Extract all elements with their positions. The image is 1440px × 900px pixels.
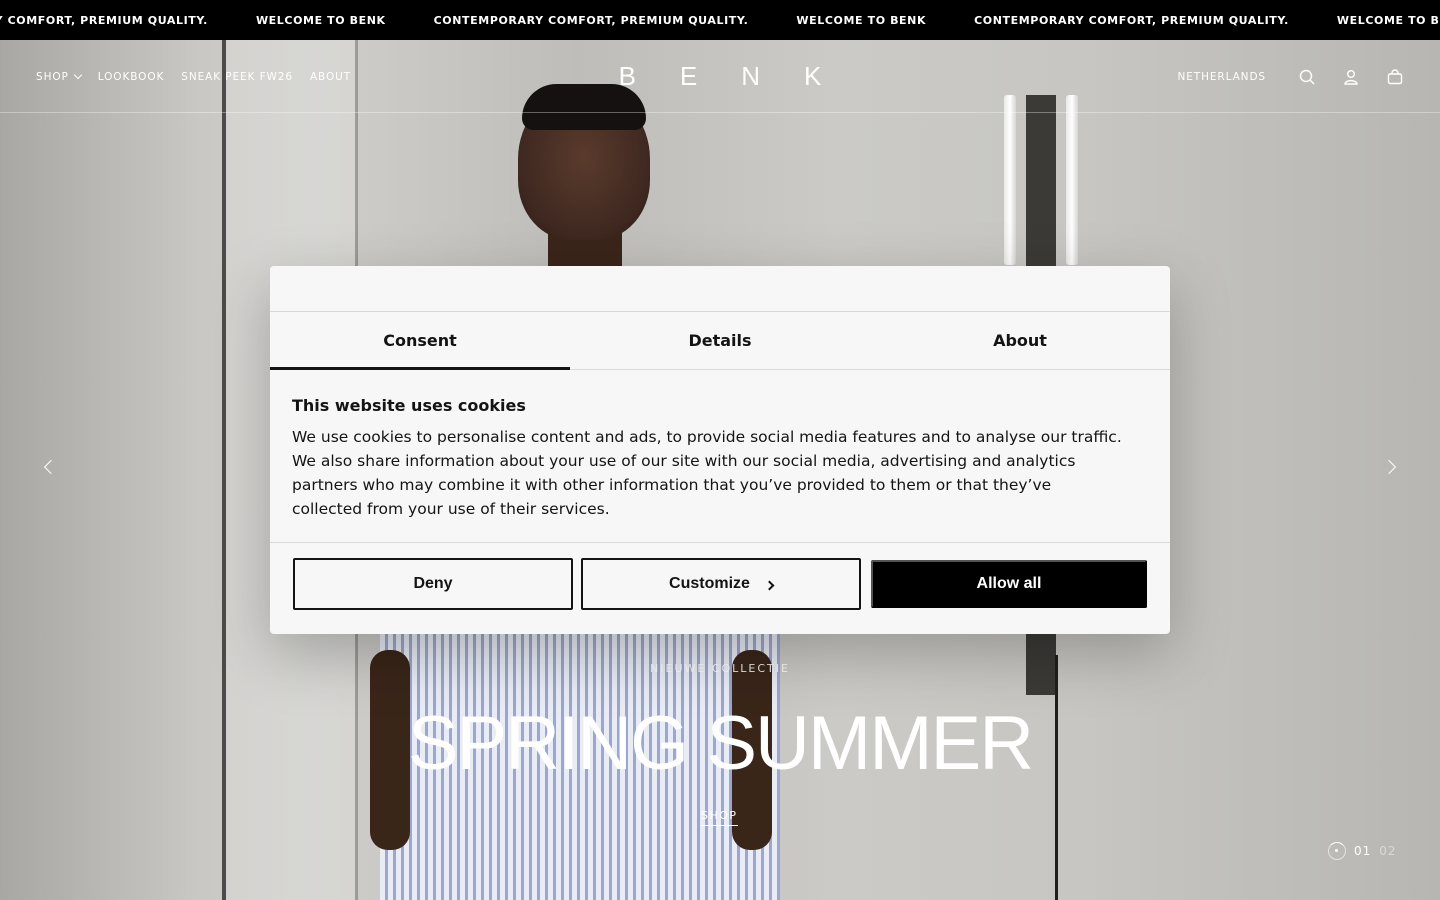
tab-details[interactable]: Details <box>570 312 870 369</box>
dialog-header <box>270 266 1170 312</box>
announcement-item: CONTEMPORARY COMFORT, PREMIUM QUALITY. <box>433 13 749 27</box>
cookie-consent-dialog: Consent Details About This website uses … <box>270 266 1170 634</box>
announcement-item: WELCOME TO B <box>1336 13 1440 27</box>
chevron-right-icon <box>764 580 775 590</box>
cart-icon[interactable] <box>1386 68 1404 86</box>
autoplay-progress-icon[interactable] <box>1328 842 1346 860</box>
deny-button[interactable]: Deny <box>293 558 573 610</box>
main-nav: Shop Lookbook Sneak Peek FW26 About <box>36 40 351 113</box>
nav-item-lookbook[interactable]: Lookbook <box>98 71 165 83</box>
chevron-down-icon <box>73 70 83 79</box>
slider-pager: 01 02 <box>1328 842 1397 860</box>
hero-eyebrow: Nieuwe collectie <box>650 662 790 675</box>
announcement-item: CONTEMPORARY COMFORT, PREMIUM QUALITY. <box>974 13 1289 27</box>
hero-shop-link[interactable]: Shop <box>701 809 738 826</box>
nav-item-sneak-peek[interactable]: Sneak Peek FW26 <box>181 71 293 83</box>
nav-item-shop[interactable]: Shop <box>36 70 83 83</box>
slide-number-current[interactable]: 01 <box>1354 844 1371 858</box>
nav-item-label: Shop <box>36 70 69 83</box>
dialog-body: This website uses cookies We use cookies… <box>270 370 1170 543</box>
dialog-heading: This website uses cookies <box>292 396 526 415</box>
hero-title: SPRING SUMMER <box>407 701 1034 786</box>
site-header: Shop Lookbook Sneak Peek FW26 About BENK… <box>0 40 1440 113</box>
nav-item-about[interactable]: About <box>310 71 351 83</box>
logo-text[interactable]: BENK <box>619 61 866 92</box>
tab-consent[interactable]: Consent <box>270 312 570 370</box>
nav-item-label: Sneak Peek FW26 <box>181 70 293 83</box>
customize-button-label: Customize <box>669 575 750 592</box>
announcement-item: WELCOME TO BENK <box>796 13 927 27</box>
nav-item-label: About <box>309 70 352 83</box>
dialog-tabs: Consent Details About <box>270 312 1170 370</box>
announcement-bar: ORARY COMFORT, PREMIUM QUALITY. WELCOME … <box>0 0 1440 40</box>
account-icon[interactable] <box>1342 68 1360 86</box>
allow-all-button[interactable]: Allow all <box>871 560 1147 608</box>
customize-button[interactable]: Customize <box>581 558 861 610</box>
announcement-item: ORARY COMFORT, PREMIUM QUALITY. <box>0 13 208 27</box>
announcement-track: ORARY COMFORT, PREMIUM QUALITY. WELCOME … <box>0 0 1440 40</box>
slide-number-next[interactable]: 02 <box>1379 844 1396 858</box>
nav-item-label: Lookbook <box>97 70 165 83</box>
dialog-actions: Deny Customize Allow all <box>270 543 1170 610</box>
announcement-item: WELCOME TO BENK <box>255 13 386 27</box>
search-icon[interactable] <box>1298 68 1316 86</box>
lamp-tube <box>1004 95 1016 265</box>
header-actions: Netherlands <box>1177 40 1404 113</box>
lamp-tube <box>1066 95 1078 265</box>
country-selector[interactable]: Netherlands <box>1177 71 1266 83</box>
dialog-text: We use cookies to personalise content an… <box>292 428 1122 518</box>
tab-about[interactable]: About <box>870 312 1170 369</box>
